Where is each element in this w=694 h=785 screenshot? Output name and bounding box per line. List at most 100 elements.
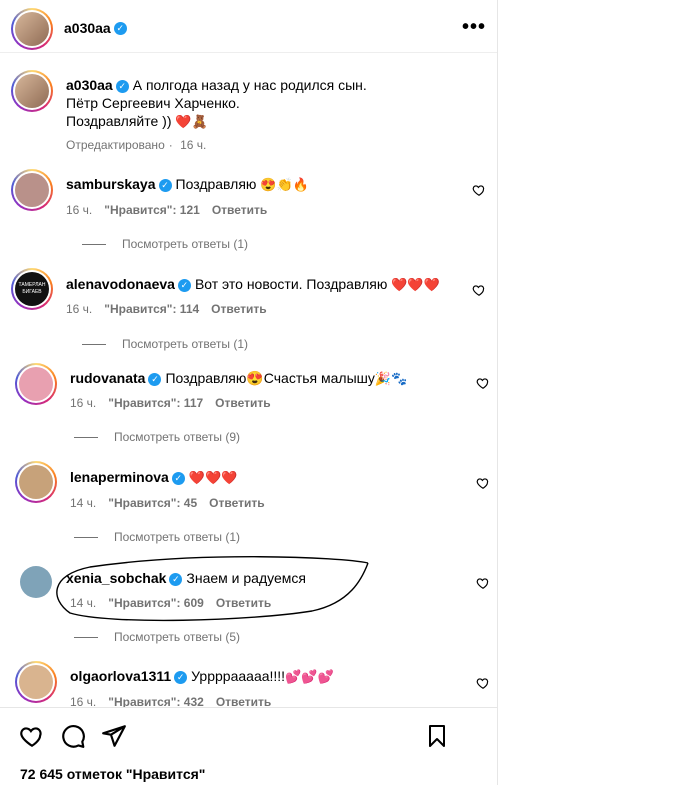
verified-icon: ✓	[177, 278, 191, 292]
comment-avatar-ring[interactable]: ТАМЕРЛАН БИГАЕВ	[11, 268, 53, 310]
header-username[interactable]: a030aa	[64, 20, 111, 36]
comment-time[interactable]: 16 ч.	[70, 396, 96, 410]
reply-button[interactable]: Ответить	[211, 302, 266, 316]
comment-likes[interactable]: "Нравится": 432	[108, 695, 204, 707]
heart-icon[interactable]	[19, 723, 45, 749]
comment-time[interactable]: 14 ч.	[70, 496, 96, 510]
comment-body: Поздравляю	[175, 176, 257, 192]
replies-dash	[82, 344, 106, 346]
comment-avatar	[19, 367, 53, 401]
send-icon[interactable]	[101, 723, 127, 749]
comment-username[interactable]: rudovanata	[70, 370, 145, 386]
highlight-circle-annotation	[56, 556, 369, 622]
comment-body: Знаем и радуемся	[186, 570, 306, 586]
comment-likes[interactable]: "Нравится": 45	[108, 496, 197, 510]
comment-meta: 16 ч. "Нравится": 121 Ответить	[66, 203, 279, 217]
comment-username[interactable]: xenia_sobchak	[66, 570, 166, 586]
comment-time[interactable]: 16 ч.	[70, 695, 96, 707]
bookmark-icon[interactable]	[425, 723, 449, 749]
avatar-logo-text: ТАМЕРЛАН БИГАЕВ	[18, 282, 46, 295]
comment-username[interactable]: olgaorlova1311	[70, 668, 171, 684]
comment-avatar[interactable]	[20, 566, 52, 598]
comment-body: Поздравляю😍Счастья малышу	[165, 370, 375, 386]
comment-body: Вот это новости. Поздравляю	[194, 276, 388, 292]
comment-meta: 16 ч. "Нравится": 432 Ответить	[70, 695, 283, 707]
caption-line2: Пётр Сергеевич Харченко.	[66, 95, 240, 111]
comment-likes[interactable]: "Нравится": 609	[108, 596, 204, 610]
comment-username[interactable]: alenavodonaeva	[66, 276, 175, 292]
comment-emojis: ❤️❤️❤️	[188, 470, 238, 485]
post-time[interactable]: 16 ч.	[180, 138, 206, 152]
more-horizontal-icon[interactable]: •••	[462, 16, 486, 39]
comment-avatar	[19, 665, 53, 699]
verified-icon: ✓	[113, 22, 127, 36]
verified-icon: ✓	[115, 79, 129, 93]
heart-icon[interactable]	[476, 476, 490, 490]
comment-text: alenavodonaeva ✓ Вот это новости. Поздравл…	[66, 275, 440, 294]
verified-icon: ✓	[169, 572, 183, 586]
comment-likes[interactable]: "Нравится": 121	[104, 203, 200, 217]
reply-button[interactable]: Ответить	[216, 596, 271, 610]
comment-avatar-ring[interactable]	[15, 363, 57, 405]
panel-divider	[497, 0, 498, 785]
header-user[interactable]: a030aa ✓	[64, 20, 131, 38]
comment-likes[interactable]: "Нравится": 117	[108, 396, 203, 410]
comment-emojis: 😍👏🔥	[260, 177, 309, 192]
replies-dash	[74, 537, 98, 539]
comment-avatar-ring[interactable]	[11, 169, 53, 211]
view-replies-label: Посмотреть ответы (1)	[122, 337, 249, 351]
post-username[interactable]: a030aa	[66, 77, 113, 93]
reply-button[interactable]: Ответить	[209, 496, 264, 510]
comment-avatar: ТАМЕРЛАН БИГАЕВ	[15, 272, 49, 306]
comment-emojis: 💕💕💕	[285, 669, 334, 684]
post-meta: Отредактировано · 16 ч.	[66, 138, 207, 152]
likes-count[interactable]: 72 645 отметок "Нравится"	[20, 766, 205, 782]
comment-meta: 16 ч. "Нравится": 117 Ответить	[70, 396, 283, 410]
reply-button[interactable]: Ответить	[212, 203, 267, 217]
comment-time[interactable]: 16 ч.	[66, 203, 92, 217]
heart-icon[interactable]	[476, 576, 490, 590]
comment-time[interactable]: 14 ч.	[70, 596, 96, 610]
comment-avatar	[15, 173, 49, 207]
comment-likes[interactable]: "Нравится": 114	[104, 302, 199, 316]
heart-icon[interactable]	[472, 283, 486, 297]
comment-avatar-ring[interactable]	[15, 661, 57, 703]
view-replies-button[interactable]: Посмотреть ответы (1)	[82, 237, 248, 251]
comment-username[interactable]: lenaperminova	[70, 469, 169, 485]
comment-time[interactable]: 16 ч.	[66, 302, 92, 316]
header-avatar	[15, 12, 49, 46]
heart-icon[interactable]	[472, 183, 486, 197]
header-avatar-ring[interactable]	[11, 8, 53, 50]
verified-icon: ✓	[174, 670, 188, 684]
replies-dash	[74, 437, 98, 439]
view-replies-button[interactable]: Посмотреть ответы (9)	[74, 430, 240, 444]
comment-icon[interactable]	[60, 723, 86, 749]
reply-button[interactable]: Ответить	[215, 396, 270, 410]
heart-icon[interactable]	[476, 676, 490, 690]
comment-body: Уррррааааа!!!!	[191, 668, 286, 684]
header-divider	[0, 52, 497, 53]
view-replies-button[interactable]: Посмотреть ответы (1)	[74, 530, 240, 544]
reply-button[interactable]: Ответить	[216, 695, 271, 707]
comment-text: olgaorlova1311 ✓ Уррррааааа!!!!💕💕💕	[70, 667, 334, 686]
view-replies-button[interactable]: Посмотреть ответы (1)	[82, 337, 248, 351]
view-replies-button[interactable]: Посмотреть ответы (5)	[74, 630, 240, 644]
comment-avatar	[19, 465, 53, 499]
post-avatar-ring[interactable]	[11, 70, 53, 112]
caption-line3: Поздравляйте ))	[66, 113, 172, 129]
caption-emojis: ❤️🧸	[175, 114, 208, 129]
actions-divider	[0, 707, 497, 708]
comment-meta: 16 ч. "Нравится": 114 Ответить	[66, 302, 279, 316]
post-avatar	[15, 74, 49, 108]
comment-avatar-ring[interactable]	[15, 461, 57, 503]
view-replies-label: Посмотреть ответы (1)	[114, 530, 241, 544]
verified-icon: ✓	[148, 372, 162, 386]
comment-username[interactable]: samburskaya	[66, 176, 156, 192]
comment-text: xenia_sobchak ✓ Знаем и радуемся	[66, 569, 306, 587]
caption-line1: А полгода назад у нас родился сын.	[132, 77, 367, 93]
replies-dash	[82, 244, 106, 246]
verified-icon: ✓	[158, 178, 172, 192]
comment-emojis: ❤️❤️❤️	[391, 277, 440, 292]
view-replies-label: Посмотреть ответы (5)	[114, 630, 241, 644]
heart-icon[interactable]	[476, 376, 490, 390]
